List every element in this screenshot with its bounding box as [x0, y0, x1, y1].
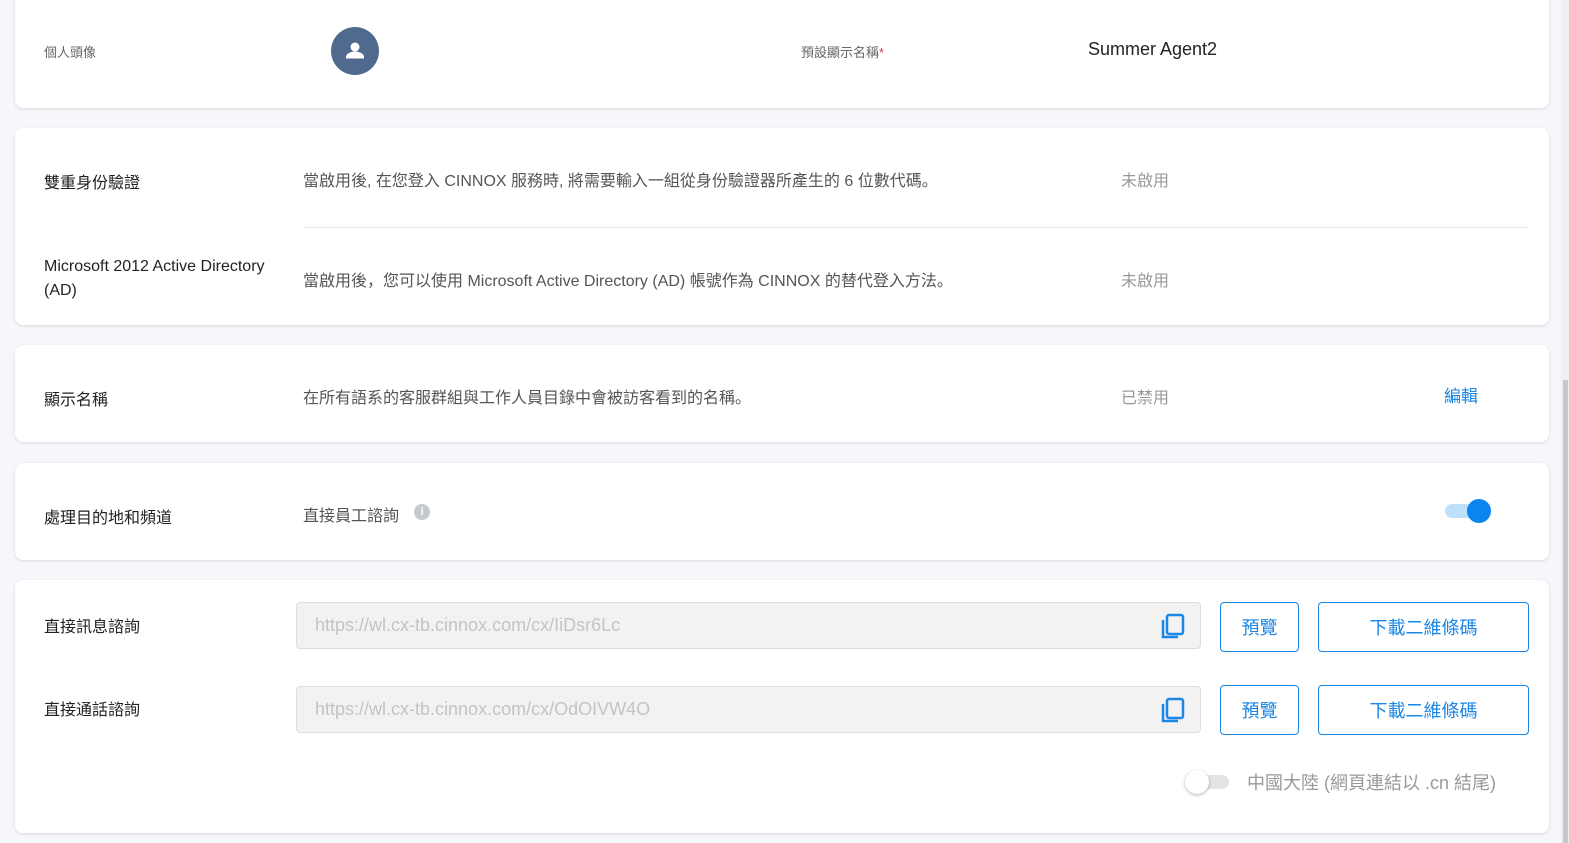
- direct-call-label: 直接通話諮詢: [44, 702, 141, 719]
- ad-status: 未啟用: [1121, 273, 1170, 290]
- display-name-setting-label: 顯示名稱: [44, 392, 109, 409]
- scrollbar[interactable]: [1561, 0, 1569, 843]
- destinations-card: 處理目的地和頻道 直接員工諮詢 i: [15, 463, 1549, 560]
- two-factor-description: 當啟用後, 在您登入 CINNOX 服務時, 將需要輸入一組從身份驗證器所產生的…: [303, 173, 938, 190]
- display-name-label: 預設顯示名稱*: [801, 42, 884, 61]
- links-card: 直接訊息諮詢 https://wl.cx-tb.cinnox.com/cx/Ii…: [15, 580, 1549, 833]
- destinations-label: 處理目的地和頻道: [44, 510, 173, 527]
- copy-icon[interactable]: [1160, 613, 1186, 641]
- china-toggle[interactable]: [1185, 770, 1229, 794]
- preview-button[interactable]: 預覽: [1220, 602, 1299, 652]
- ad-label: Microsoft 2012 Active Directory (AD): [44, 258, 265, 299]
- user-icon: [346, 42, 364, 59]
- security-card: 雙重身份驗證 當啟用後, 在您登入 CINNOX 服務時, 將需要輸入一組從身份…: [15, 128, 1549, 325]
- direct-message-url-field[interactable]: https://wl.cx-tb.cinnox.com/cx/IiDsr6Lc: [296, 602, 1201, 649]
- divider: [303, 227, 1529, 228]
- download-qr-button[interactable]: 下載二維條碼: [1318, 602, 1529, 652]
- download-qr-button[interactable]: 下載二維條碼: [1318, 685, 1529, 735]
- preview-button[interactable]: 預覽: [1220, 685, 1299, 735]
- china-label: 中國大陸 (網頁連結以 .cn 結尾): [1247, 773, 1497, 793]
- copy-icon[interactable]: [1160, 697, 1186, 725]
- info-icon[interactable]: i: [414, 504, 430, 520]
- display-name-card: 顯示名稱 在所有語系的客服群組與工作人員目錄中會被訪客看到的名稱。 已禁用 編輯: [15, 345, 1549, 442]
- two-factor-label: 雙重身份驗證: [44, 175, 141, 192]
- scrollbar-thumb[interactable]: [1563, 380, 1568, 843]
- direct-staff-toggle[interactable]: [1445, 499, 1491, 523]
- direct-message-label: 直接訊息諮詢: [44, 619, 141, 636]
- two-factor-status: 未啟用: [1121, 173, 1170, 190]
- required-mark: *: [879, 45, 885, 60]
- avatar[interactable]: [331, 27, 379, 75]
- display-name-status: 已禁用: [1121, 390, 1170, 407]
- direct-call-url-field[interactable]: https://wl.cx-tb.cinnox.com/cx/OdOIVW4O: [296, 686, 1201, 733]
- avatar-label: 個人頭像: [44, 45, 97, 60]
- direct-staff-label: 直接員工諮詢: [303, 508, 400, 525]
- display-name-label-text: 預設顯示名稱: [801, 45, 880, 60]
- profile-card: 個人頭像 預設顯示名稱* Summer Agent2: [15, 0, 1549, 108]
- ad-description: 當啟用後，您可以使用 Microsoft Active Directory (A…: [303, 273, 953, 290]
- display-name-description: 在所有語系的客服群組與工作人員目錄中會被訪客看到的名稱。: [303, 390, 752, 407]
- direct-message-url: https://wl.cx-tb.cinnox.com/cx/IiDsr6Lc: [315, 615, 621, 635]
- edit-link[interactable]: 編輯: [1444, 382, 1478, 407]
- display-name-value: Summer Agent2: [1088, 39, 1218, 59]
- direct-call-url: https://wl.cx-tb.cinnox.com/cx/OdOIVW4O: [315, 699, 651, 719]
